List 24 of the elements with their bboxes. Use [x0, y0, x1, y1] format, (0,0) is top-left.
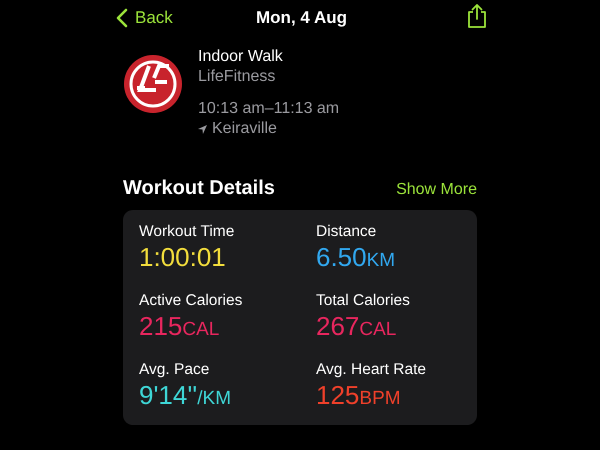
metric-label: Active Calories [139, 291, 244, 310]
workout-source: LifeFitness [198, 67, 276, 87]
metric-label: Avg. Pace [139, 360, 210, 379]
metric-label: Total Calories [316, 291, 411, 310]
metric-label: Avg. Heart Rate [316, 360, 427, 379]
metric-value: 9'14''/KM [139, 379, 232, 412]
workout-name: Indoor Walk [198, 47, 284, 67]
brand-logo-icon [123, 54, 183, 114]
workout-time: 10:13 am–11:13 am [198, 99, 340, 119]
metric-value: 267CAL [316, 310, 398, 343]
metric-value: 215CAL [139, 310, 220, 343]
metric-value: 1:00:01 [139, 241, 227, 273]
metric-value: 125BPM [316, 379, 402, 412]
location-arrow-icon [198, 124, 207, 134]
show-more-link[interactable]: Show More [396, 181, 477, 199]
chevron-icon [116, 8, 128, 28]
section-title: Workout Details [123, 177, 275, 200]
back-button[interactable]: Back [116, 8, 173, 28]
nav-title: Mon, 4 Aug [256, 8, 347, 28]
metric-label: Distance [316, 222, 378, 241]
workout-location: Keiraville [212, 119, 277, 139]
metric-label: Workout Time [139, 222, 236, 241]
share-icon[interactable] [467, 3, 487, 29]
metric-value: 6.50KM [316, 241, 396, 274]
